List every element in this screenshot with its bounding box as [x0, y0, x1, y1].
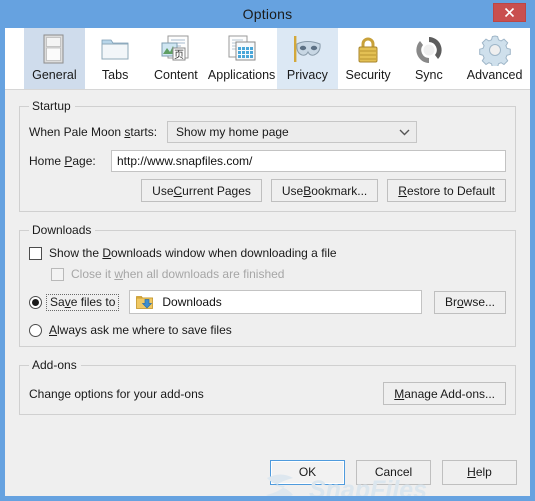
close-icon — [504, 7, 515, 18]
use-current-pages-button[interactable]: Use Current Pages — [141, 179, 262, 202]
mask-icon — [287, 33, 327, 67]
padlock-icon — [348, 33, 388, 67]
gear-icon — [475, 33, 515, 67]
addons-row: Change options for your add-ons Manage A… — [29, 382, 506, 405]
window-title: Options — [242, 6, 293, 22]
downloads-group: Downloads Show the Downloads window when… — [19, 223, 516, 347]
save-files-to-radio[interactable] — [29, 295, 42, 309]
tab-advanced[interactable]: Advanced — [459, 28, 530, 89]
home-page-value: http://www.snapfiles.com/ — [117, 154, 253, 168]
options-window: Options General Tabs 页 Content Applicati… — [0, 0, 535, 501]
tab-content[interactable]: 页 Content — [146, 28, 207, 89]
browse-button[interactable]: Br o wse... — [433, 290, 506, 314]
startup-row: When Pale Moon starts: Show my home page — [29, 121, 506, 143]
general-panel: SnapFiles Startup When Pale Moon starts:… — [5, 90, 530, 496]
help-button[interactable]: Help — [442, 459, 517, 485]
tab-applications-label: Applications — [207, 68, 276, 82]
save-files-to-label[interactable]: Save files to — [46, 293, 120, 311]
applications-icon — [222, 33, 262, 67]
home-page-input[interactable]: http://www.snapfiles.com/ — [111, 150, 506, 172]
close-when-finished-label: Close it when all downloads are finished — [71, 267, 285, 281]
save-files-to-row: Save files to Downloads Br o wse... — [29, 290, 506, 314]
tab-advanced-label: Advanced — [466, 68, 523, 82]
dialog-buttons: OK Cancel Help — [5, 448, 530, 496]
download-folder-value: Downloads — [162, 295, 222, 309]
tab-sync-label: Sync — [414, 68, 443, 82]
tab-content-label: Content — [153, 68, 198, 82]
always-ask-radio[interactable] — [29, 323, 42, 337]
folder-tabs-icon — [95, 33, 135, 67]
downloads-legend: Downloads — [32, 223, 92, 237]
always-ask-row[interactable]: Always ask me where to save files — [29, 323, 506, 337]
always-ask-label: Always ask me where to save files — [49, 323, 232, 337]
addons-legend: Add-ons — [32, 358, 77, 372]
addons-description: Change options for your add-ons — [29, 386, 204, 401]
download-folder-icon — [136, 295, 154, 310]
when-starts-label: When Pale Moon starts: — [29, 125, 158, 139]
title-bar: Options — [0, 0, 535, 28]
tab-tabs-label: Tabs — [101, 68, 129, 82]
tab-applications[interactable]: Applications — [206, 28, 277, 89]
show-downloads-window-checkbox[interactable] — [29, 246, 42, 260]
cancel-button[interactable]: Cancel — [356, 459, 431, 485]
startup-legend: Startup — [32, 99, 71, 113]
svg-text:页: 页 — [174, 49, 184, 61]
tab-general[interactable]: General — [24, 28, 85, 89]
close-when-finished-row: Close it when all downloads are finished — [51, 267, 506, 281]
tab-general-label: General — [32, 68, 77, 82]
manage-addons-button[interactable]: Manage Add-ons... — [383, 382, 506, 405]
window-page-icon — [34, 33, 74, 67]
content-page-icon: 页 — [156, 33, 196, 67]
home-page-row: Home Page: http://www.snapfiles.com/ — [29, 150, 506, 172]
close-button[interactable] — [493, 3, 526, 22]
restore-to-default-button[interactable]: Restore to Default — [387, 179, 506, 202]
tab-sync[interactable]: Sync — [398, 28, 459, 89]
tab-security-label: Security — [345, 68, 391, 82]
client-area: General Tabs 页 Content Applications Priv… — [5, 28, 530, 496]
use-bookmark-button[interactable]: Use Bookmark... — [270, 179, 379, 202]
show-downloads-window-label: Show the Downloads window when downloadi… — [49, 246, 337, 260]
tab-privacy[interactable]: Privacy — [276, 28, 338, 89]
startup-select[interactable]: Show my home page — [167, 121, 417, 143]
chevron-down-icon — [399, 125, 410, 139]
download-folder-field[interactable]: Downloads — [129, 290, 422, 314]
show-downloads-window-row[interactable]: Show the Downloads window when downloadi… — [29, 246, 506, 260]
tab-tabs[interactable]: Tabs — [85, 28, 146, 89]
tab-strip: General Tabs 页 Content Applications Priv… — [5, 28, 530, 90]
tab-privacy-label: Privacy — [286, 68, 328, 82]
startup-buttons-row: Use Current Pages Use Bookmark... Restor… — [29, 179, 506, 202]
tab-security[interactable]: Security — [338, 28, 399, 89]
startup-select-value: Show my home page — [176, 125, 289, 139]
ok-button[interactable]: OK — [270, 459, 345, 485]
close-when-finished-checkbox — [51, 267, 64, 281]
home-page-label: Home Page: — [29, 154, 96, 168]
addons-group: Add-ons Change options for your add-ons … — [19, 358, 516, 415]
startup-group: Startup When Pale Moon starts: Show my h… — [19, 99, 516, 212]
sync-arrows-icon — [409, 33, 449, 67]
